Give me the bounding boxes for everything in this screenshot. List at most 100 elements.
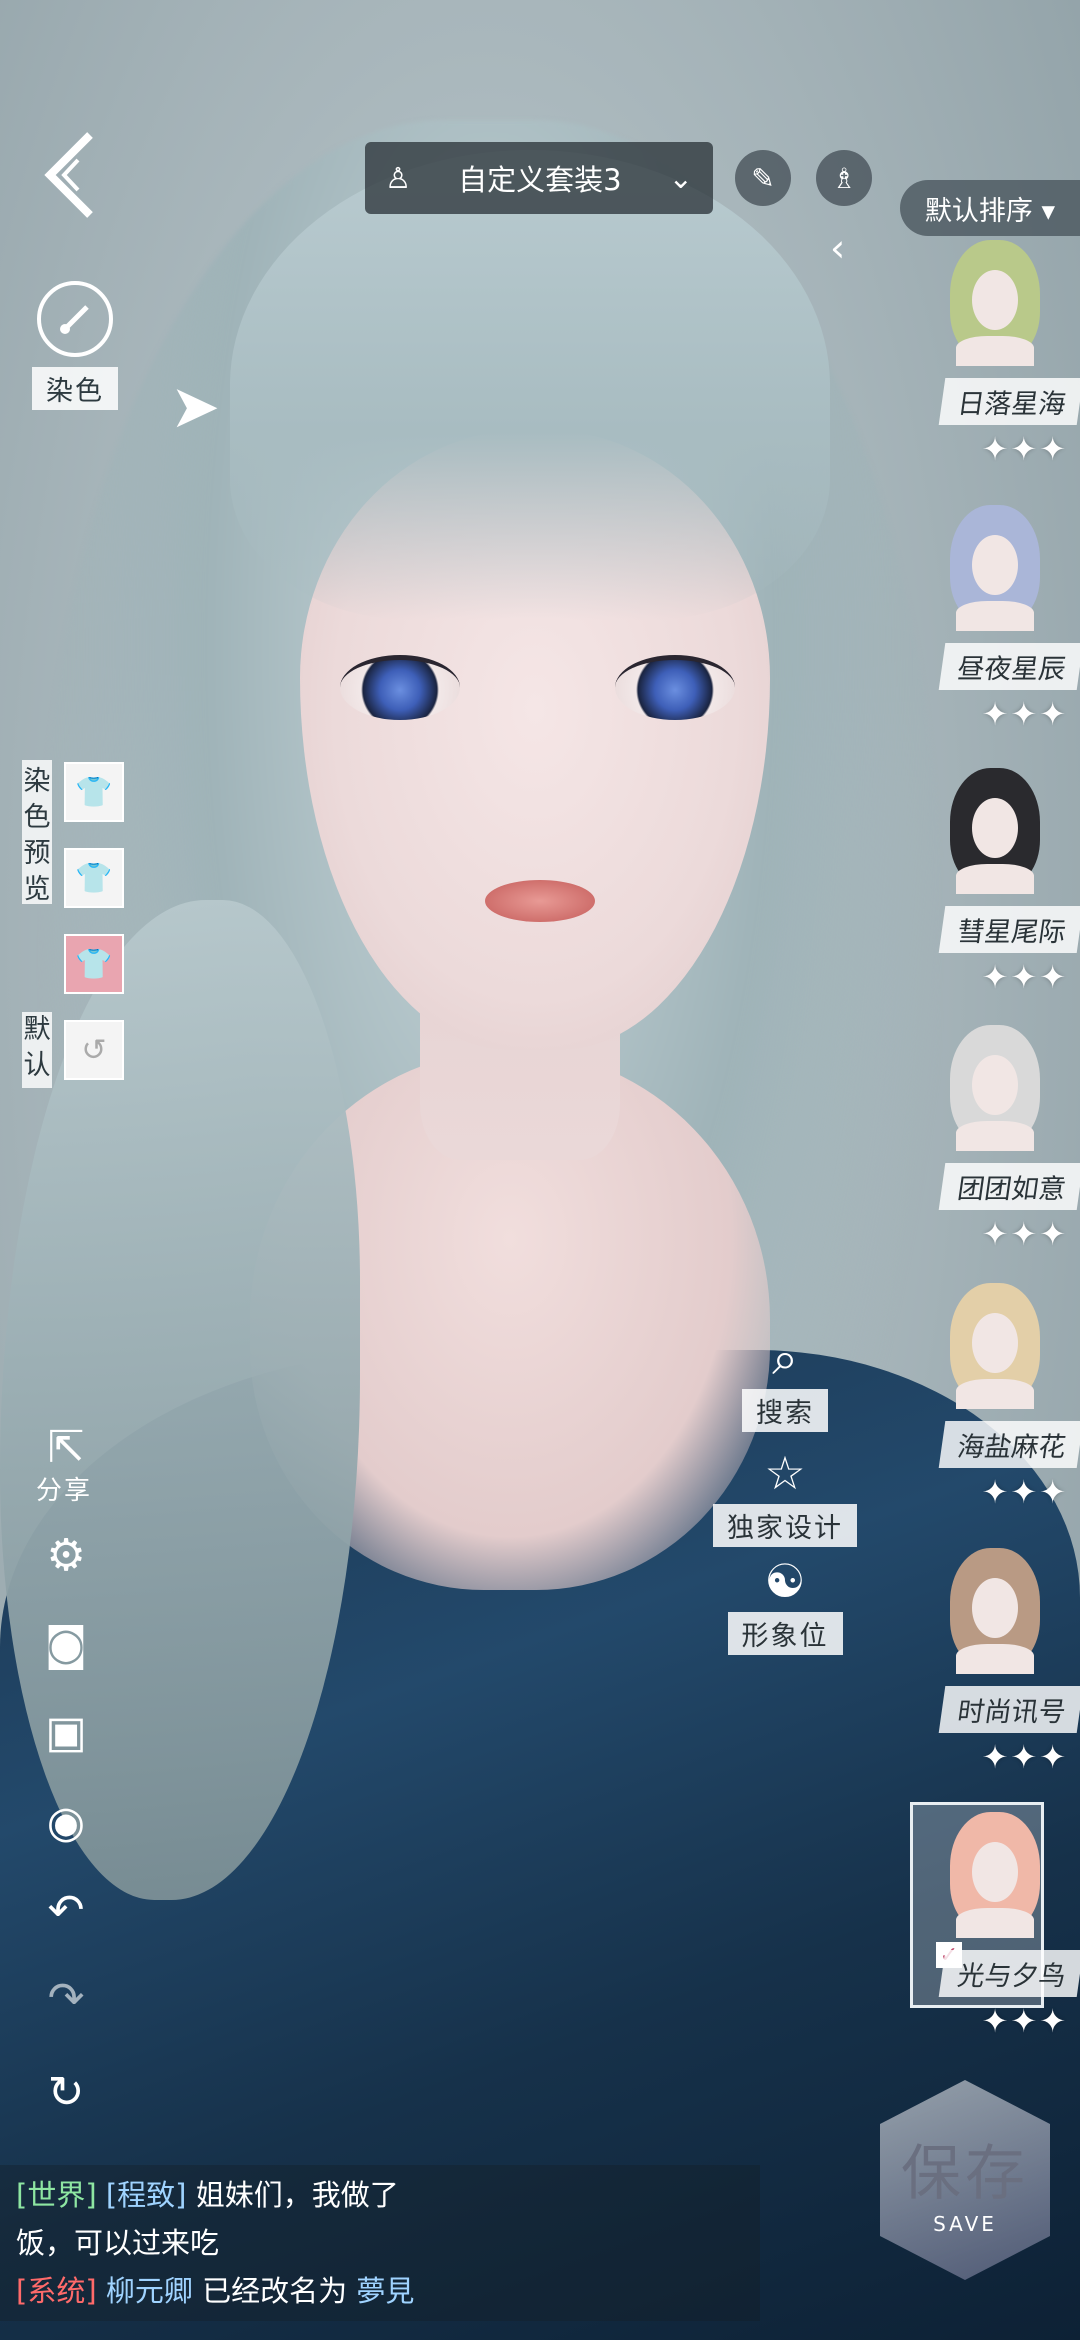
dress-small-icon: ♙ (385, 161, 411, 195)
character-eye-right (615, 655, 735, 720)
chat-new-name[interactable]: 夢見 (356, 2274, 414, 2308)
hair-name: 昼夜星辰 (938, 643, 1080, 690)
shirt-swatch-2[interactable]: 👕 (64, 848, 124, 908)
hair-name: 团团如意 (938, 1163, 1080, 1210)
star-rating: ✦✦✦ (981, 1215, 1068, 1253)
star-rating: ✦✦✦ (981, 695, 1068, 733)
exclusive-design-button[interactable]: ☆ 独家设计 (710, 1450, 860, 1547)
eye-icon: ◉ (46, 1796, 86, 1848)
avatar-slot-button[interactable]: ☯ 形象位 (710, 1558, 860, 1655)
chat-line-system: [系统] 柳元卿 已经改名为 夢見 (16, 2267, 744, 2315)
redo-button[interactable]: ↷ (34, 1966, 98, 2030)
thumbnail-shoulder (956, 1644, 1034, 1674)
thumbnail-face (972, 1055, 1018, 1115)
chat-username[interactable]: [程致] (106, 2178, 187, 2212)
reset-button[interactable]: ↻ (34, 2060, 98, 2124)
system-channel-tag: [系统] (16, 2274, 97, 2308)
camera-icon: ◙ (44, 1618, 88, 1670)
shirt-swatch-pink[interactable]: 👕 (64, 934, 124, 994)
dye-button[interactable]: 染色 (25, 275, 125, 415)
thumbnail-shoulder (956, 601, 1034, 631)
chat-line: [世界] [程致] 姐妹们，我做了 (16, 2171, 744, 2219)
hair-item[interactable]: 彗星尾际 ✦✦✦ (910, 768, 1080, 1026)
hair-thumbnail (950, 768, 1040, 894)
back-button[interactable] (30, 130, 110, 220)
world-channel-tag: [世界] (16, 2178, 97, 2212)
character-eye-left (340, 655, 460, 720)
hair-item[interactable]: ✓光与夕鸟✦✦✦ (910, 1802, 1080, 2070)
thumbnail-shoulder (956, 336, 1034, 366)
hair-item[interactable]: 日落星海 ✦✦✦ (910, 240, 1080, 498)
hair-thumbnail (950, 1283, 1040, 1409)
dress-icon: ♗ (831, 161, 857, 195)
gear-icon: ⚙ (46, 1529, 86, 1581)
hair-name: 光与夕鸟 (938, 1950, 1080, 1997)
portrait-icon: ☯ (764, 1554, 806, 1608)
hair-thumbnail (950, 505, 1040, 631)
brush-icon: ✎ (751, 161, 775, 195)
star-rating: ✦✦✦ (981, 958, 1068, 996)
save-sublabel: SAVE (933, 2211, 997, 2236)
thumbnail-face (972, 1842, 1018, 1902)
game-screen: 染色 ➤ ♙ 自定义套装3 ⌄ ✎ ♗ 默认排序 ▾ ‹ 染色预览 默认 👕 👕… (0, 0, 1080, 2340)
undo-icon: ↶ (47, 1884, 85, 1936)
hair-thumbnail (950, 240, 1040, 366)
hair-name: 海盐麻花 (938, 1421, 1080, 1468)
settings-button[interactable]: ⚙ (34, 1523, 98, 1587)
default-label: 默认 (22, 1012, 52, 1088)
star-icon: ☆ (764, 1446, 806, 1500)
share-label: 分享 (36, 1476, 93, 1506)
dress-button[interactable]: ♗ (816, 150, 872, 206)
chat-box[interactable]: [世界] [程致] 姐妹们，我做了 饭，可以过来吃 [系统] 柳元卿 已经改名为… (0, 2165, 760, 2321)
thumbnail-shoulder (956, 1908, 1034, 1938)
gallery-button[interactable]: ▣ (34, 1700, 98, 1764)
character-lips (485, 880, 595, 922)
undo-button[interactable]: ↶ (34, 1878, 98, 1942)
thumbnail-face (972, 1578, 1018, 1638)
refresh-icon: ↻ (47, 2066, 85, 2118)
search-label: 搜索 (742, 1389, 828, 1432)
hair-name: 日落星海 (938, 378, 1080, 425)
thumbnail-shoulder (956, 1121, 1034, 1151)
hair-item[interactable]: 昼夜星辰 ✦✦✦ (910, 505, 1080, 763)
thumbnail-shoulder (956, 864, 1034, 894)
chevron-down-icon: ⌄ (668, 161, 693, 195)
outfit-selector[interactable]: ♙ 自定义套装3 ⌄ (365, 142, 713, 214)
chat-line-continued: 饭，可以过来吃 (16, 2226, 220, 2260)
hair-item[interactable]: 团团如意 ✦✦✦ (910, 1025, 1080, 1283)
camera-button[interactable]: ◙ (34, 1612, 98, 1676)
hair-item[interactable]: 海盐麻花 ✦✦✦ (910, 1283, 1080, 1541)
sort-dropdown[interactable]: 默认排序 ▾ (900, 180, 1080, 236)
hair-thumbnail (950, 1812, 1040, 1938)
redo-icon: ↷ (47, 1972, 85, 2024)
search-button[interactable]: ⌕ 搜索 (710, 1335, 860, 1432)
star-rating: ✦✦✦ (981, 2002, 1068, 2040)
outfit-name: 自定义套装3 (458, 163, 622, 197)
expand-arrow-icon[interactable]: ➤ (170, 372, 220, 442)
shirt-swatch-1[interactable]: 👕 (64, 762, 124, 822)
star-rating: ✦✦✦ (981, 430, 1068, 468)
hair-thumbnail (950, 1025, 1040, 1151)
hair-thumbnail (950, 1548, 1040, 1674)
character-bangs (230, 150, 830, 620)
collapse-arrow-icon[interactable]: ‹ (830, 226, 845, 270)
share-icon: ⇱ (47, 1421, 85, 1473)
back-arrow-icon (44, 132, 93, 218)
chat-old-name[interactable]: 柳元卿 (106, 2274, 193, 2308)
dye-preview-label: 染色预览 (22, 760, 52, 905)
hair-item[interactable]: 时尚讯号 ✦✦✦ (910, 1548, 1080, 1806)
thumbnail-face (972, 798, 1018, 858)
dye-label: 染色 (32, 366, 118, 410)
star-rating: ✦✦✦ (981, 1473, 1068, 1511)
avatar-slot-label: 形象位 (727, 1612, 843, 1655)
thumbnail-face (972, 535, 1018, 595)
exclusive-design-label: 独家设计 (713, 1504, 857, 1547)
thumbnail-shoulder (956, 1379, 1034, 1409)
chat-message: 姐妹们，我做了 (195, 2178, 399, 2212)
brush-button[interactable]: ✎ (735, 150, 791, 206)
chat-system-message: 已经改名为 (202, 2274, 348, 2308)
search-icon: ⌕ (772, 1331, 798, 1385)
toggle-view-button[interactable]: ◉ (34, 1790, 98, 1854)
save-label: 保存 (901, 2138, 1029, 2209)
reset-shirt-swatch[interactable]: ↺ (64, 1020, 124, 1080)
